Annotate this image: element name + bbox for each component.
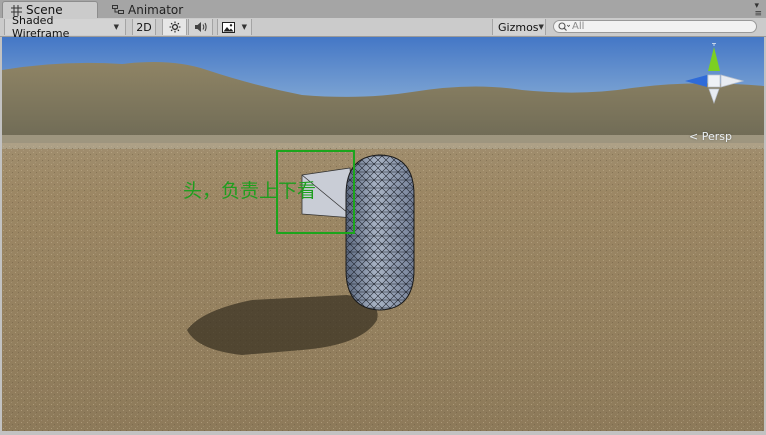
tab-menu-icon[interactable]: ▾ ≡ <box>754 2 762 19</box>
search-field[interactable] <box>553 20 757 33</box>
dropdown-arrow-icon: ▼ <box>241 23 247 31</box>
projection-label[interactable]: < Persp <box>689 130 732 143</box>
effects-dropdown[interactable]: ▼ <box>217 19 252 35</box>
lighting-toggle-button[interactable] <box>162 19 187 35</box>
draw-mode-dropdown[interactable]: Shaded Wireframe ▼ <box>4 14 126 40</box>
image-icon <box>222 21 235 33</box>
gizmo-x-axis-cone <box>685 75 707 87</box>
gizmo-neg-x-axis-cone <box>720 74 745 88</box>
tab-bar: Scene Animator ▾ ≡ <box>0 0 766 19</box>
speaker-icon <box>194 22 207 32</box>
scene-render <box>2 37 764 431</box>
gizmo-neg-y-axis-cone <box>708 88 720 105</box>
search-icon <box>558 21 570 31</box>
scene-toolbar: Shaded Wireframe ▼ 2D ▼ Gizmos ▼ <box>0 14 766 40</box>
gizmo-y-axis-cone <box>708 47 720 71</box>
gizmo-center-cube <box>707 74 721 88</box>
audio-toggle-button[interactable] <box>188 19 213 35</box>
head-annotation-label: 头，负责上下看 <box>183 180 317 202</box>
scene-viewport[interactable]: 头，负责上下看 < Persp <box>2 37 764 431</box>
dropdown-arrow-icon: ▼ <box>538 23 544 31</box>
2d-toggle-label: 2D <box>136 20 152 34</box>
tab-animator[interactable]: Animator <box>104 1 194 18</box>
dropdown-arrow-icon: ▼ <box>113 23 119 31</box>
chevron-left-icon: < <box>689 130 699 143</box>
projection-label-text: Persp <box>701 130 732 143</box>
animator-icon <box>112 5 124 14</box>
sun-icon <box>169 21 180 33</box>
tab-animator-label: Animator <box>128 2 184 17</box>
search-input[interactable] <box>572 21 752 32</box>
gizmos-label: Gizmos <box>498 20 539 34</box>
gizmos-dropdown[interactable]: Gizmos ▼ <box>492 19 546 35</box>
2d-toggle-button[interactable]: 2D <box>132 19 156 35</box>
orientation-gizmo[interactable] <box>683 43 745 105</box>
